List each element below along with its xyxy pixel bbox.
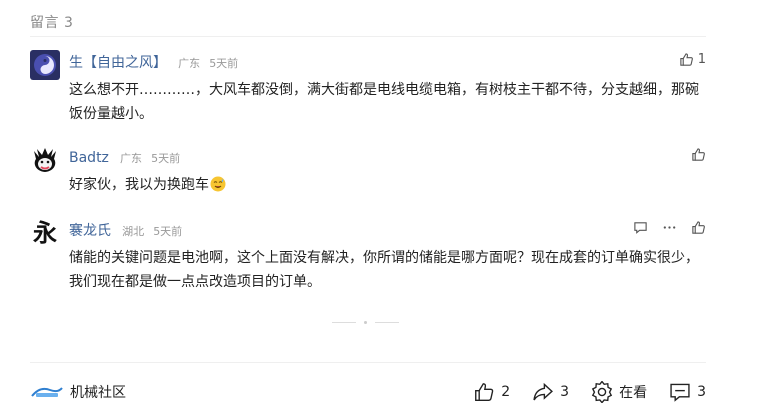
comment-text: 储能的关键问题是电池啊，这个上面没有解决，你所谓的储能是哪方面呢？现在成套的订单… — [69, 250, 699, 290]
comment-time: 5天前 — [153, 225, 183, 238]
watching-button[interactable]: 在看 — [591, 381, 647, 403]
divider — [30, 362, 706, 363]
like-icon — [680, 53, 693, 66]
like-icon — [692, 221, 705, 234]
like-button[interactable]: 1 — [679, 52, 706, 67]
comment-username[interactable]: 褰龙氏 — [69, 223, 111, 239]
like-count: 2 — [501, 384, 511, 400]
reply-icon — [634, 222, 647, 234]
share-button[interactable]: 3 — [532, 381, 569, 403]
share-icon — [533, 382, 554, 401]
comment-time: 5天前 — [209, 57, 239, 70]
comments-heading: 留言 3 — [30, 15, 74, 31]
comment-location: 广东 — [120, 152, 143, 165]
comment-username[interactable]: 生【自由之风】 — [69, 55, 167, 71]
account-brand[interactable]: 机械社区 — [30, 382, 126, 402]
comment-count: 3 — [697, 384, 706, 400]
like-count: 1 — [697, 52, 706, 67]
comment-username[interactable]: Badtz — [69, 150, 109, 166]
comment-location: 湖北 — [122, 225, 145, 238]
avatar[interactable] — [30, 50, 60, 80]
comment-location: 广东 — [178, 57, 201, 70]
divider — [30, 36, 706, 37]
comment-item: 生【自由之风】 广东 5天前 1 这么想不开…………，大风车都没倒，满大街都是电… — [30, 50, 706, 122]
like-button[interactable]: 2 — [473, 381, 510, 403]
more-button[interactable] — [662, 220, 677, 235]
watching-icon — [591, 381, 613, 403]
avatar[interactable]: 永 — [30, 218, 60, 248]
comment-icon — [670, 383, 690, 402]
loading-indicator — [332, 321, 399, 324]
comment-text: 好家伙，我以为换跑车 — [69, 177, 209, 193]
comment-time: 5天前 — [151, 152, 181, 165]
more-icon — [663, 226, 676, 229]
sweat-smile-emoji-icon — [210, 176, 226, 192]
brand-logo-icon — [31, 387, 63, 397]
like-icon — [475, 383, 494, 401]
avatar-calligraphy: 永 — [33, 218, 57, 247]
like-button[interactable] — [691, 220, 706, 235]
watching-label: 在看 — [619, 385, 648, 401]
comment-text: 这么想不开…………，大风车都没倒，满大街都是电线电缆电箱，有树枝主干都不待，分支… — [69, 82, 699, 122]
reply-button[interactable] — [633, 220, 648, 235]
share-count: 3 — [560, 384, 570, 400]
comment-item: Badtz 广东 5天前 好家伙，我以为换跑车 — [30, 145, 706, 195]
comment-button[interactable]: 3 — [669, 381, 706, 403]
like-button[interactable] — [691, 147, 706, 162]
comment-item: 永 褰龙氏 湖北 5天前 储能的关键问题是电池啊，这个上面没有解决，你所谓的储能… — [30, 218, 706, 290]
like-icon — [692, 148, 705, 161]
avatar[interactable] — [30, 145, 60, 175]
article-footer: 机械社区 2 3 在看 3 — [30, 378, 706, 412]
brand-name: 机械社区 — [70, 385, 126, 401]
